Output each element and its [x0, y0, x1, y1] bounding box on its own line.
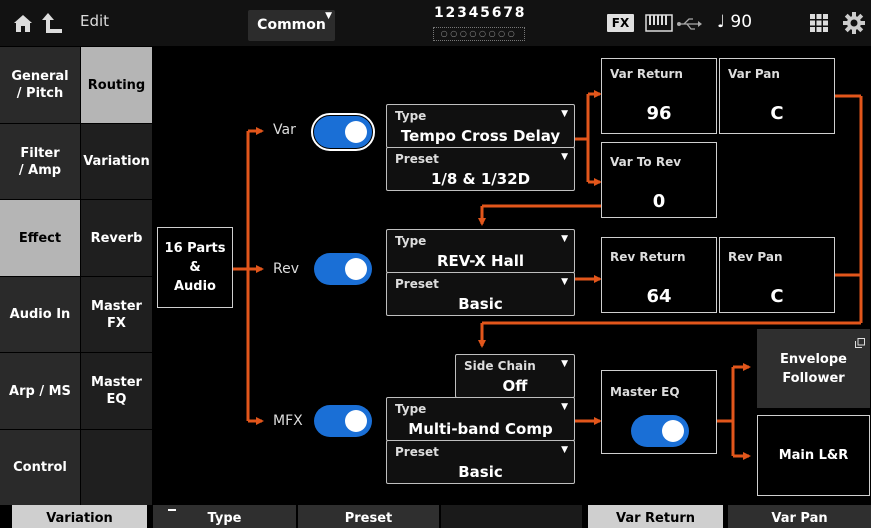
dropdown-triangle-icon: ▼ [561, 152, 568, 162]
dropdown-triangle-icon: ▼ [561, 277, 568, 287]
dropdown-triangle-icon: ▼ [561, 359, 568, 369]
dropdown-triangle-icon: ▼ [561, 445, 568, 455]
mfx-label: MFX [273, 413, 303, 429]
tab-label: Preset [344, 511, 393, 526]
rev-type-value: REV-X Hall [436, 252, 525, 270]
rev-label: Rev [273, 261, 299, 277]
dropdown-triangle-icon: ▼ [561, 234, 568, 244]
master-eq-toggle[interactable] [631, 415, 689, 447]
tab-label: Var Pan [771, 511, 828, 526]
mfx-preset-label: Preset [395, 445, 439, 459]
rev-return-value: 64 [646, 286, 672, 307]
toggle-knob [345, 121, 367, 143]
var-to-rev-label: Var To Rev [610, 155, 682, 169]
var-return-label: Var Return [610, 67, 683, 81]
rev-return-field[interactable]: Rev Return 64 [601, 237, 717, 313]
tab-variation[interactable]: Variation [12, 505, 147, 528]
source-box: 16 Parts & Audio [157, 227, 233, 308]
var-preset-value: 1/8 & 1/32D [430, 170, 531, 188]
tab-var-return[interactable]: Var Return [588, 505, 723, 528]
rev-preset-select[interactable]: Preset ▼ Basic [386, 272, 575, 316]
toggle-knob [662, 420, 684, 442]
rev-pan-field[interactable]: Rev Pan C [719, 237, 835, 313]
master-eq-box: Master EQ [601, 370, 717, 454]
var-preset-select[interactable]: Preset ▼ 1/8 & 1/32D [386, 147, 575, 191]
var-pan-label: Var Pan [728, 67, 780, 81]
envelope-follower-button[interactable]: Envelope Follower [757, 329, 870, 408]
tab-label: Var Return [615, 511, 696, 526]
rev-preset-value: Basic [458, 295, 503, 313]
var-type-select[interactable]: Type ▼ Tempo Cross Delay [386, 104, 575, 148]
mfx-preset-value: Basic [458, 463, 503, 481]
master-eq-label: Master EQ [610, 385, 680, 399]
var-pan-value: C [770, 103, 784, 124]
rev-return-label: Rev Return [610, 250, 686, 264]
dropdown-triangle-icon: ▼ [561, 402, 568, 412]
tab-var-pan[interactable]: Var Pan [728, 505, 871, 528]
sidechain-label: Side Chain [464, 359, 536, 373]
envelope-follower-label: Envelope Follower [780, 351, 847, 386]
var-return-field[interactable]: Var Return 96 [601, 58, 717, 134]
mfx-type-value: Multi-band Comp [408, 420, 553, 438]
mfx-preset-select[interactable]: Preset ▼ Basic [386, 440, 575, 484]
main-lr-output: Main L&R [757, 415, 870, 496]
toggle-knob [345, 410, 367, 432]
mfx-type-select[interactable]: Type ▼ Multi-band Comp [386, 397, 575, 441]
var-to-rev-value: 0 [652, 191, 666, 212]
rev-type-label: Type [395, 234, 427, 248]
var-preset-label: Preset [395, 152, 439, 166]
tab-indicator-dash [168, 509, 176, 511]
tab-empty [441, 505, 582, 528]
toggle-knob [345, 258, 367, 280]
rev-preset-label: Preset [395, 277, 439, 291]
tab-preset[interactable]: Preset [298, 505, 439, 528]
var-pan-field[interactable]: Var Pan C [719, 58, 835, 134]
rev-pan-label: Rev Pan [728, 250, 783, 264]
rev-pan-value: C [770, 286, 784, 307]
var-return-value: 96 [646, 103, 672, 124]
dropdown-triangle-icon: ▼ [561, 109, 568, 119]
var-type-value: Tempo Cross Delay [400, 127, 561, 145]
rev-toggle[interactable] [314, 253, 372, 285]
tab-label: Type [207, 511, 242, 526]
mfx-toggle[interactable] [314, 405, 372, 437]
var-label: Var [273, 122, 296, 138]
rev-type-select[interactable]: Type ▼ REV-X Hall [386, 229, 575, 273]
sidechain-value: Off [502, 377, 528, 395]
tab-label: Variation [46, 511, 113, 526]
sidechain-select[interactable]: Side Chain ▼ Off [455, 354, 575, 398]
var-toggle[interactable] [311, 113, 375, 151]
var-type-label: Type [395, 109, 427, 123]
mfx-type-label: Type [395, 402, 427, 416]
main-lr-label: Main L&R [778, 448, 849, 463]
popup-icon [855, 333, 865, 348]
source-label: 16 Parts & Audio [164, 241, 226, 294]
var-to-rev-field[interactable]: Var To Rev 0 [601, 142, 717, 218]
